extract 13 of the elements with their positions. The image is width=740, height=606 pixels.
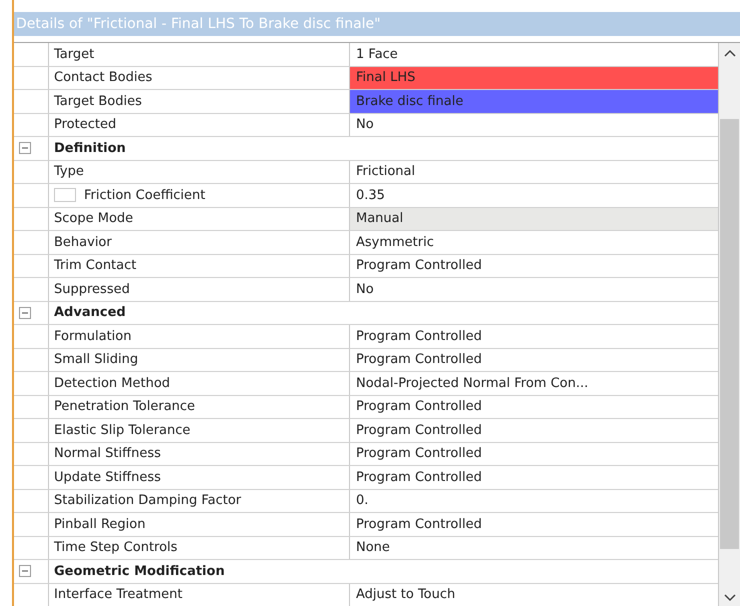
collapse-button[interactable] — [19, 142, 31, 154]
property-value-cell[interactable]: Final LHS — [350, 66, 718, 89]
property-name-cell: Friction Coefficient — [48, 184, 350, 206]
collapse-button[interactable] — [19, 565, 31, 578]
property-value-cell[interactable]: Brake disc finale — [350, 90, 718, 112]
scrollbar[interactable] — [718, 43, 740, 606]
scroll-down-icon[interactable] — [724, 594, 736, 602]
collapse-button[interactable] — [19, 306, 31, 319]
checkbox[interactable] — [54, 188, 76, 202]
scrollbar-thumb[interactable] — [720, 119, 739, 549]
property-value-cell[interactable]: Manual — [350, 208, 718, 230]
scroll-up-icon[interactable] — [724, 49, 736, 57]
panel-title-bar: Details of "Frictional - Final LHS To Brake disc finale" — [14, 12, 740, 36]
